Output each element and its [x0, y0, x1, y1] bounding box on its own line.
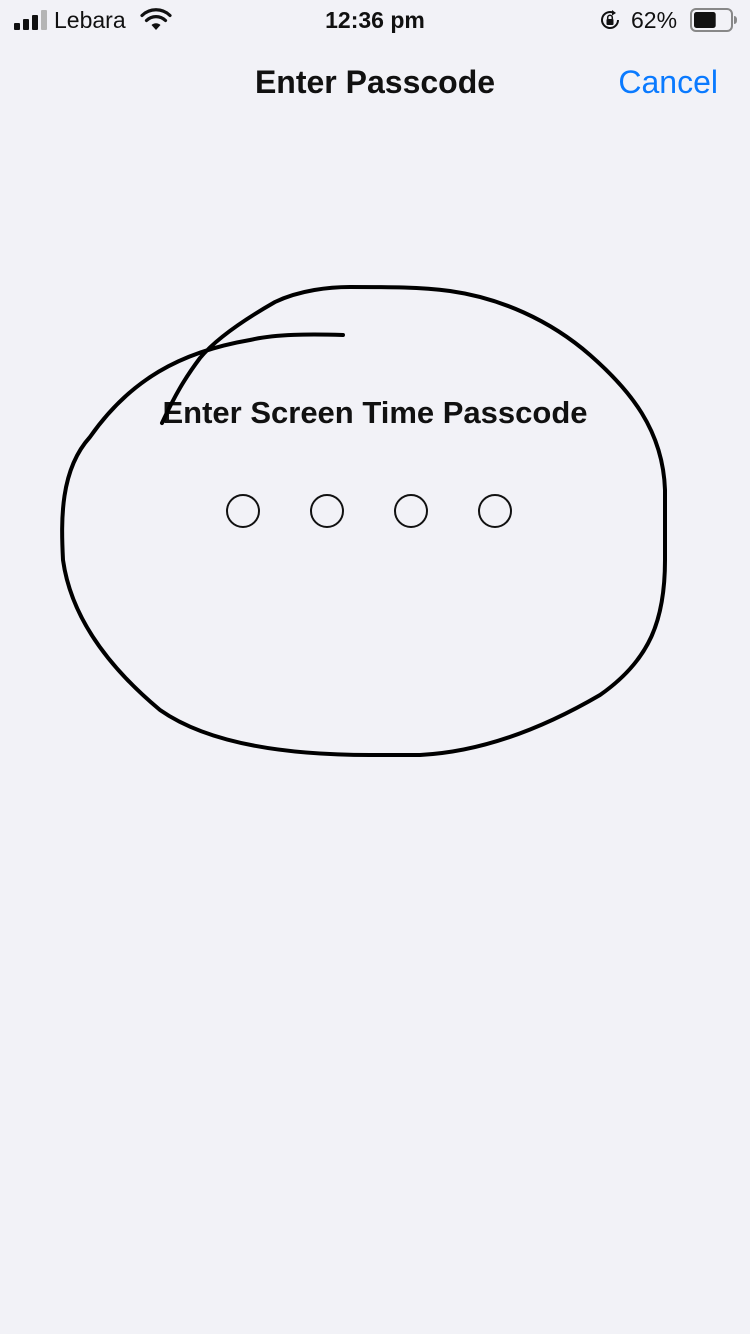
rotation-lock-icon: [601, 10, 619, 29]
passcode-dot-3: [394, 494, 428, 528]
battery-icon: [690, 8, 737, 32]
passcode-dot-1: [226, 494, 260, 528]
passcode-prompt: Enter Screen Time Passcode: [162, 395, 588, 430]
passcode-dots[interactable]: [226, 494, 512, 528]
passcode-dot-2: [310, 494, 344, 528]
battery-percentage: 62%: [631, 7, 678, 33]
hand-drawn-circle-annotation: [60, 285, 667, 757]
passcode-dot-4: [478, 494, 512, 528]
cancel-button[interactable]: Cancel: [618, 64, 718, 101]
passcode-screen: Lebara 12:36 pm 62% Enter Passcode Cance…: [0, 0, 750, 1334]
status-bar: Lebara 12:36 pm 62%: [0, 0, 750, 40]
